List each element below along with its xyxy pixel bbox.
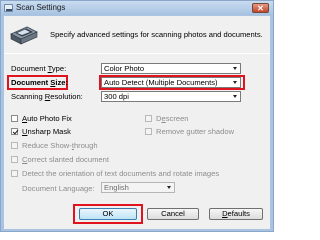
- descreen-checkbox[interactable]: [145, 115, 152, 122]
- document-language-label: Document Language:: [22, 184, 95, 193]
- ok-button[interactable]: OK: [79, 208, 137, 220]
- document-size-label: Document Size:: [11, 78, 68, 87]
- dialog-body: Specify advanced settings for scanning p…: [4, 16, 270, 229]
- cancel-button[interactable]: Cancel: [147, 208, 199, 220]
- detect-orientation-checkbox[interactable]: [11, 170, 18, 177]
- dropdown-arrow-icon[interactable]: [231, 78, 240, 87]
- document-language-select[interactable]: English: [101, 182, 175, 193]
- detect-orientation-label: Detect the orientation of text documents…: [22, 169, 220, 178]
- remove-gutter-shadow-label: Remove gutter shadow: [156, 127, 235, 136]
- document-size-select[interactable]: Auto Detect (Multiple Documents): [101, 77, 241, 88]
- document-type-value: Color Photo: [104, 64, 145, 73]
- scanning-resolution-label: Scanning Resolution:: [11, 92, 83, 101]
- window-title: Scan Settings: [16, 3, 66, 12]
- app-icon: [4, 4, 13, 12]
- document-type-select[interactable]: Color Photo: [101, 63, 241, 74]
- descreen-label: Descreen: [156, 114, 189, 123]
- document-type-label: Document Type:: [11, 64, 67, 73]
- document-size-value: Auto Detect (Multiple Documents): [104, 78, 218, 87]
- title-bar[interactable]: Scan Settings ✕: [1, 1, 273, 15]
- header-separator: [4, 53, 270, 54]
- dropdown-arrow-icon[interactable]: [231, 92, 240, 101]
- dropdown-arrow-icon[interactable]: [165, 183, 174, 192]
- close-icon[interactable]: ✕: [252, 3, 269, 13]
- scanner-icon: [10, 26, 38, 45]
- reduce-show-through-checkbox[interactable]: [11, 142, 18, 149]
- intro-text: Specify advanced settings for scanning p…: [50, 30, 263, 39]
- remove-gutter-shadow-checkbox[interactable]: [145, 128, 152, 135]
- unsharp-mask-label: Unsharp Mask: [22, 127, 71, 136]
- auto-photo-fix-checkbox[interactable]: [11, 115, 18, 122]
- document-language-value: English: [104, 183, 129, 192]
- defaults-button[interactable]: Defaults: [209, 208, 263, 220]
- reduce-show-through-label: Reduce Show-through: [22, 141, 98, 150]
- correct-slanted-document-label: Correct slanted document: [22, 155, 109, 164]
- scanning-resolution-select[interactable]: 300 dpi: [101, 91, 241, 102]
- scanning-resolution-value: 300 dpi: [104, 92, 129, 101]
- scan-settings-window: Scan Settings ✕ Specify advanced setting…: [0, 0, 274, 232]
- auto-photo-fix-label: Auto Photo Fix: [22, 114, 72, 123]
- unsharp-mask-checkbox[interactable]: [11, 128, 18, 135]
- dropdown-arrow-icon[interactable]: [231, 64, 240, 73]
- correct-slanted-document-checkbox[interactable]: [11, 156, 18, 163]
